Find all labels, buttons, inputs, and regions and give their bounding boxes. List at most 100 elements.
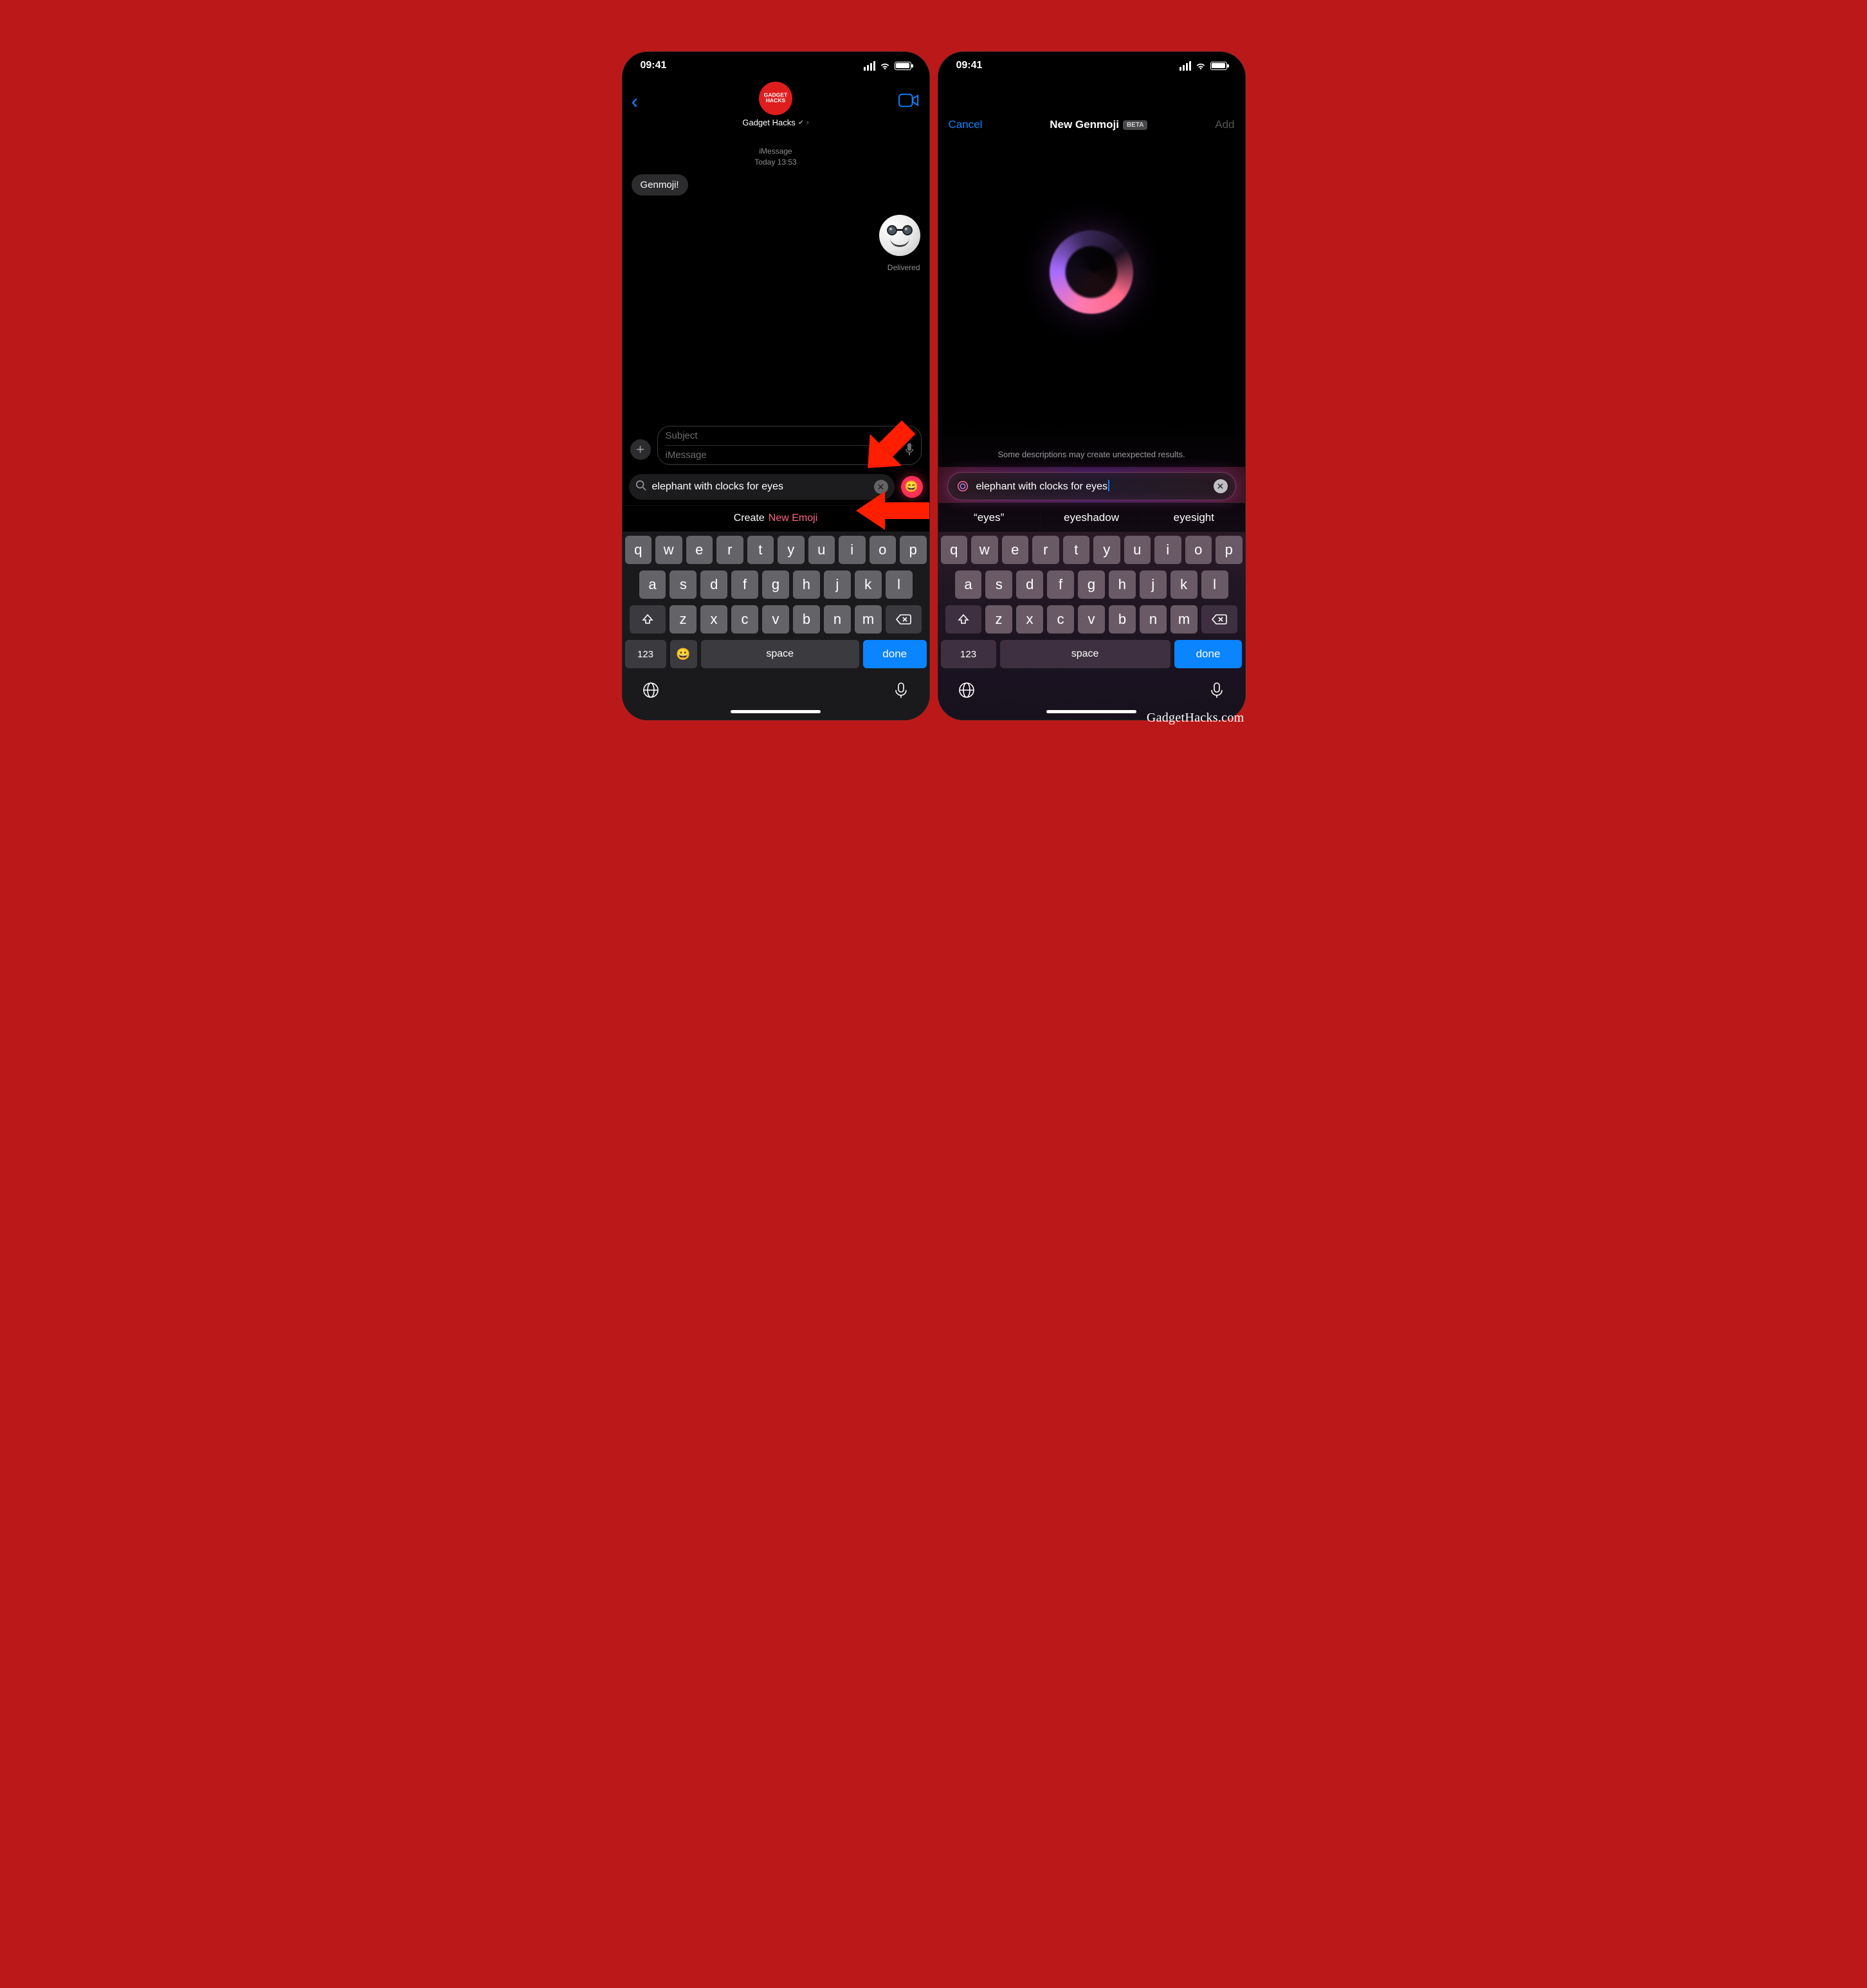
key-c[interactable]: c	[731, 605, 758, 634]
keyboard-row-4: 123 😀 space done	[625, 640, 927, 668]
emoji-search-value: elephant with clocks for eyes	[652, 481, 869, 493]
key-n[interactable]: n	[824, 605, 851, 634]
mic-icon[interactable]	[892, 681, 910, 702]
key-g[interactable]: g	[762, 570, 789, 599]
key-i[interactable]: i	[839, 536, 866, 564]
key-m[interactable]: m	[1170, 605, 1198, 634]
key-f[interactable]: f	[1047, 570, 1074, 599]
key-x[interactable]: x	[1016, 605, 1043, 634]
suggestion-1[interactable]: “eyes”	[938, 504, 1041, 532]
key-v[interactable]: v	[762, 605, 789, 634]
clear-search-button[interactable]: ✕	[874, 480, 888, 494]
key-k[interactable]: k	[1170, 570, 1198, 599]
key-a[interactable]: a	[639, 570, 666, 599]
add-attachment-button[interactable]: +	[630, 439, 651, 460]
key-k[interactable]: k	[855, 570, 882, 599]
key-y[interactable]: y	[778, 536, 805, 564]
key-q[interactable]: q	[941, 536, 968, 564]
key-r[interactable]: r	[716, 536, 743, 564]
mic-icon[interactable]	[1208, 681, 1226, 702]
key-z[interactable]: z	[985, 605, 1012, 634]
key-j[interactable]: j	[1140, 570, 1167, 599]
key-q[interactable]: q	[625, 536, 652, 564]
add-button[interactable]: Add	[1215, 118, 1234, 131]
key-done[interactable]: done	[1174, 640, 1243, 668]
imessage-field[interactable]: iMessage	[666, 450, 913, 461]
key-z[interactable]: z	[669, 605, 697, 634]
key-j[interactable]: j	[824, 570, 851, 599]
search-icon	[635, 480, 647, 495]
key-v[interactable]: v	[1078, 605, 1105, 634]
outgoing-message[interactable]	[632, 215, 920, 259]
contact-avatar[interactable]: GADGET HACKS	[759, 82, 792, 115]
cancel-button[interactable]: Cancel	[949, 118, 983, 131]
back-button[interactable]: ‹	[632, 91, 639, 111]
cellular-icon	[1179, 61, 1191, 71]
key-p[interactable]: p	[1216, 536, 1243, 564]
key-s[interactable]: s	[669, 570, 697, 599]
globe-icon[interactable]	[642, 681, 660, 702]
key-done[interactable]: done	[863, 640, 927, 668]
key-f[interactable]: f	[731, 570, 758, 599]
key-t[interactable]: t	[747, 536, 774, 564]
key-o[interactable]: o	[1185, 536, 1212, 564]
key-y[interactable]: y	[1093, 536, 1120, 564]
key-g[interactable]: g	[1078, 570, 1105, 599]
clear-description-button[interactable]: ✕	[1214, 479, 1228, 493]
suggestion-3[interactable]: eyesight	[1143, 504, 1244, 532]
home-indicator[interactable]	[1046, 710, 1136, 713]
mic-dictation-icon[interactable]	[904, 443, 915, 459]
key-space[interactable]: space	[701, 640, 859, 668]
create-new-emoji-row[interactable]: Create New Emoji	[623, 505, 929, 532]
key-a[interactable]: a	[955, 570, 982, 599]
key-l[interactable]: l	[1201, 570, 1228, 599]
key-numbers[interactable]: 123	[941, 640, 996, 668]
key-i[interactable]: i	[1154, 536, 1181, 564]
key-u[interactable]: u	[808, 536, 835, 564]
keyboard-row-1: q w e r t y u i o p	[941, 536, 1243, 564]
suggestion-2[interactable]: eyeshadow	[1041, 504, 1143, 532]
key-d[interactable]: d	[1016, 570, 1043, 599]
key-o[interactable]: o	[870, 536, 897, 564]
key-b[interactable]: b	[793, 605, 820, 634]
key-shift[interactable]	[630, 605, 666, 634]
key-u[interactable]: u	[1124, 536, 1151, 564]
contact-name[interactable]: Gadget Hacks ✔︎ ›	[742, 118, 808, 127]
facetime-button[interactable]	[898, 93, 919, 111]
key-l[interactable]: l	[886, 570, 913, 599]
key-h[interactable]: h	[793, 570, 820, 599]
incoming-message-bubble[interactable]: Genmoji!	[632, 174, 688, 196]
key-backspace[interactable]	[886, 605, 922, 634]
emoji-search-field[interactable]: elephant with clocks for eyes ✕	[629, 474, 895, 500]
key-r[interactable]: r	[1032, 536, 1059, 564]
subject-field[interactable]: Subject	[666, 430, 913, 446]
wifi-icon	[1195, 61, 1207, 70]
key-h[interactable]: h	[1109, 570, 1136, 599]
home-indicator[interactable]	[731, 710, 821, 713]
globe-icon[interactable]	[958, 681, 976, 702]
key-d[interactable]: d	[700, 570, 727, 599]
key-emoji[interactable]: 😀	[670, 640, 697, 668]
genmoji-description-field[interactable]: elephant with clocks for eyes ✕	[947, 472, 1236, 500]
key-n[interactable]: n	[1140, 605, 1167, 634]
key-e[interactable]: e	[1002, 536, 1029, 564]
key-e[interactable]: e	[686, 536, 713, 564]
key-b[interactable]: b	[1109, 605, 1136, 634]
key-space[interactable]: space	[1000, 640, 1170, 668]
genmoji-title: New Genmoji BETA	[1050, 118, 1147, 131]
key-x[interactable]: x	[700, 605, 727, 634]
key-m[interactable]: m	[855, 605, 882, 634]
keyboard-row-3: z x c v b n m	[941, 605, 1243, 634]
key-w[interactable]: w	[655, 536, 682, 564]
message-input[interactable]: Subject iMessage	[657, 426, 922, 465]
key-t[interactable]: t	[1063, 536, 1090, 564]
genmoji-button[interactable]: 😄	[901, 476, 923, 498]
key-p[interactable]: p	[900, 536, 927, 564]
key-w[interactable]: w	[971, 536, 998, 564]
key-backspace[interactable]	[1201, 605, 1237, 634]
key-shift[interactable]	[945, 605, 981, 634]
key-numbers[interactable]: 123	[625, 640, 666, 668]
key-s[interactable]: s	[985, 570, 1012, 599]
key-c[interactable]: c	[1047, 605, 1074, 634]
genmoji-search-wrap: elephant with clocks for eyes ✕	[938, 467, 1245, 503]
